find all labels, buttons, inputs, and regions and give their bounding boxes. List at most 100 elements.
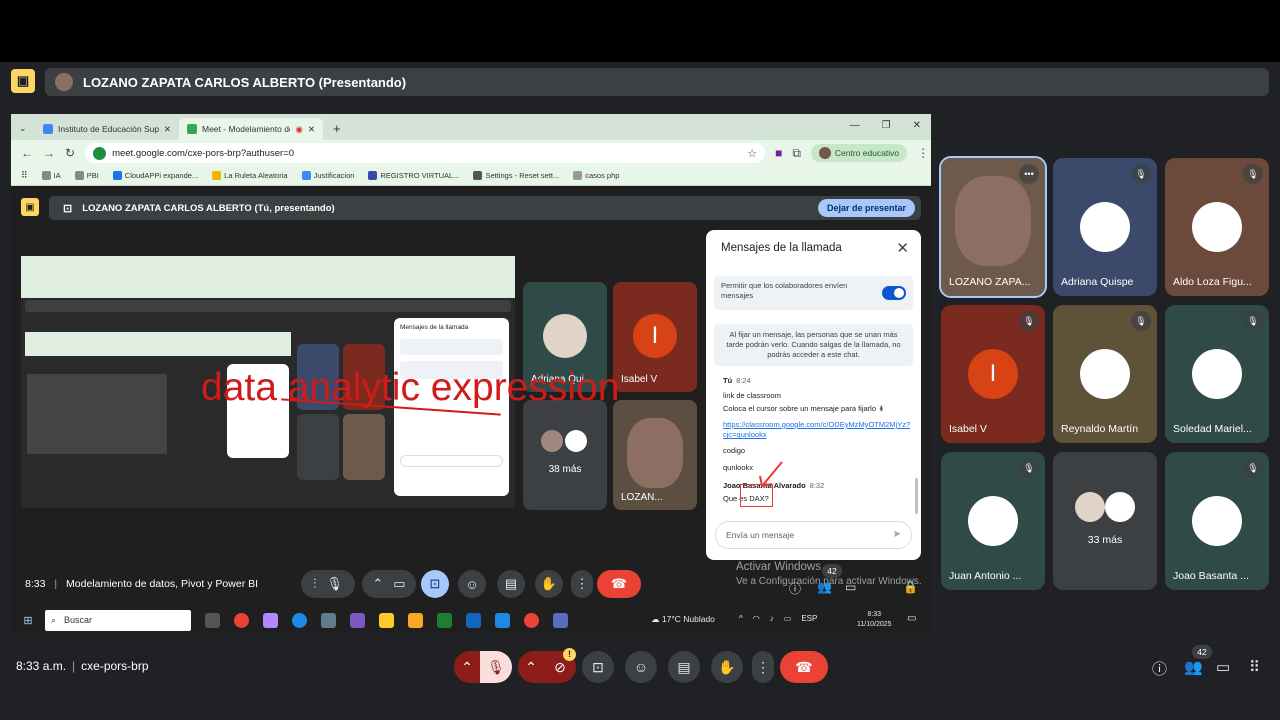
allow-messages-toggle[interactable] <box>882 286 906 300</box>
chevron-up-icon[interactable]: ^ <box>739 614 743 623</box>
participant-tile[interactable]: 33 más <box>1053 452 1157 590</box>
raise-hand-button[interactable]: ✋ <box>711 651 743 683</box>
pin-icon[interactable]: ⇟ <box>878 404 884 413</box>
bookmark-item[interactable]: PBI <box>74 171 99 180</box>
participant-tile[interactable]: LOZANO ZAPA... ••• <box>939 156 1047 298</box>
word-icon[interactable] <box>466 612 481 628</box>
copilot-icon[interactable] <box>263 612 278 628</box>
inner-more-button[interactable]: ⋮ <box>571 570 593 598</box>
leave-call-button[interactable]: ☎ <box>780 651 828 683</box>
address-bar[interactable]: meet.google.com/cxe-pors-brp?authuser=0 … <box>85 143 766 163</box>
close-window-icon[interactable]: ✕ <box>913 120 921 131</box>
new-tab-icon[interactable]: + <box>333 121 341 136</box>
inner-captions-button[interactable]: ▤ <box>497 570 525 598</box>
taskbar-search[interactable]: ⌕ Buscar <box>45 609 191 631</box>
bookmark-item[interactable]: Settings - Reset sett... <box>473 171 559 180</box>
bookmark-star-icon[interactable]: ☆ <box>747 147 757 160</box>
participant-tile[interactable]: I Isabel V 🎙 <box>941 305 1045 443</box>
info-icon[interactable]: ⓘ <box>789 580 801 597</box>
inner-emoji-button[interactable]: ☺ <box>458 570 486 598</box>
taskbar-clock[interactable]: 8:33 11/10/2025 <box>857 610 892 630</box>
weather-widget[interactable]: ☁ 17°C Nublado <box>651 614 715 625</box>
maximize-icon[interactable]: ❐ <box>882 120 891 131</box>
volume-icon[interactable]: ♪ <box>770 614 774 623</box>
bookmark-item[interactable]: IA <box>41 171 61 180</box>
avatar <box>1192 202 1242 252</box>
reload-icon[interactable]: ↻ <box>65 146 75 160</box>
participant-tile[interactable]: Aldo Loza Figu... 🎙 <box>1165 158 1269 296</box>
info-icon[interactable]: ⓘ <box>1152 658 1167 679</box>
activities-grid-icon[interactable]: ⠿ <box>1249 658 1260 676</box>
send-icon[interactable]: ➤ <box>893 529 901 540</box>
more-options-icon[interactable]: ••• <box>1019 164 1039 184</box>
mic-toggle-button[interactable]: 🎙 <box>480 651 512 683</box>
task-view-icon[interactable] <box>205 612 220 628</box>
wifi-icon[interactable]: ◠ <box>753 614 760 623</box>
bookmark-item[interactable]: CloudAPPi expande... <box>112 171 198 180</box>
bookmark-label: La Ruleta Aleatoria <box>224 171 288 180</box>
participant-tile[interactable]: Reynaldo Martín 🎙 <box>1053 305 1157 443</box>
inner-present-button[interactable]: ⊡ <box>421 570 449 598</box>
apps-grid-icon[interactable]: ⠿ <box>21 170 28 181</box>
windows-start-icon[interactable]: ⊞ <box>15 614 41 627</box>
forward-icon[interactable]: → <box>43 146 55 160</box>
chat-scrollbar[interactable] <box>915 478 918 514</box>
profile-chip[interactable]: Centro educativo <box>810 144 908 162</box>
sublime-icon[interactable] <box>408 612 423 628</box>
teams-icon[interactable] <box>553 612 568 628</box>
inner-raise-hand-button[interactable]: ✋ <box>535 570 563 598</box>
notifications-icon[interactable]: ▭ <box>907 613 916 624</box>
file-explorer-icon[interactable] <box>379 612 394 628</box>
chat-icon[interactable]: ▭ <box>845 580 856 594</box>
browser-tab-instituto[interactable]: Instituto de Educación Superior ✕ <box>35 118 179 140</box>
inner-leave-button[interactable]: ☎ <box>597 570 641 598</box>
bookmark-item[interactable]: casos php <box>573 171 619 180</box>
bookmark-item[interactable]: REGISTRO VIRTUAL... <box>368 171 459 180</box>
language-indicator[interactable]: ESP <box>801 614 817 623</box>
chrome-icon[interactable] <box>524 612 539 628</box>
close-icon[interactable]: ✕ <box>164 124 171 135</box>
browser-tab-meet[interactable]: Meet - Modelamiento de d ◉ ✕ <box>179 118 323 140</box>
participant-tile[interactable]: Joao Basanta ... 🎙 <box>1165 452 1269 590</box>
people-icon[interactable]: 👥 <box>817 580 832 594</box>
chrome-icon[interactable] <box>234 612 249 628</box>
captions-button[interactable]: ▤ <box>668 651 700 683</box>
back-icon[interactable]: ← <box>21 146 33 160</box>
more-options-button[interactable]: ⋮ <box>752 651 774 683</box>
people-icon[interactable]: 👥 <box>1184 658 1203 676</box>
extension-icon[interactable]: ■ <box>775 146 782 160</box>
extensions-puzzle-icon[interactable]: ⧉ <box>792 146 801 161</box>
emoji-button[interactable]: ☺ <box>625 651 657 683</box>
browser-menu-icon[interactable]: ⋮ <box>917 146 929 160</box>
mic-options-button[interactable]: ⌃ <box>454 651 480 683</box>
lock-icon[interactable]: 🔒 <box>903 580 918 594</box>
vscode-icon[interactable] <box>495 612 510 628</box>
more-vert-icon: ⋮ <box>575 576 589 591</box>
site-info-icon[interactable] <box>93 146 107 160</box>
minimize-icon[interactable]: — <box>850 120 860 131</box>
classroom-link[interactable]: https://classroom.google.com/c/ODEyMzMyO… <box>723 420 910 440</box>
battery-icon[interactable]: ▭ <box>784 614 792 623</box>
chat-icon[interactable]: ▭ <box>1216 658 1230 676</box>
excel-icon[interactable] <box>437 612 452 628</box>
app-icon[interactable] <box>350 612 365 628</box>
close-icon[interactable]: ✕ <box>896 239 909 257</box>
close-icon[interactable]: ✕ <box>308 124 315 135</box>
presenting-icon: ▣ <box>11 69 35 93</box>
participant-tile[interactable]: Soledad Mariel... 🎙 <box>1165 305 1269 443</box>
bookmark-item[interactable]: La Ruleta Aleatoria <box>212 171 288 180</box>
present-button[interactable]: ⊡ <box>582 651 614 683</box>
inner-camera-button[interactable]: ⌃ ▭ <box>362 570 416 598</box>
edge-icon[interactable] <box>292 612 307 628</box>
shared-screen: ⌄ Instituto de Educación Superior ✕ Meet… <box>11 114 931 634</box>
chat-input[interactable]: Envía un mensaje ➤ <box>715 521 912 549</box>
top-letterbox <box>0 0 1280 62</box>
camera-options-button[interactable]: ⌃ <box>518 651 544 683</box>
stop-presenting-button[interactable]: Dejar de presentar <box>817 199 915 217</box>
inner-mic-button[interactable]: ⫶ 🎙 <box>301 570 355 598</box>
tab-search-icon[interactable]: ⌄ <box>19 123 35 134</box>
participant-tile[interactable]: Adriana Quispe 🎙 <box>1053 158 1157 296</box>
participant-tile[interactable]: Juan Antonio ... 🎙 <box>941 452 1045 590</box>
app-icon[interactable] <box>321 612 336 628</box>
bookmark-item[interactable]: Justificacion <box>301 171 354 180</box>
